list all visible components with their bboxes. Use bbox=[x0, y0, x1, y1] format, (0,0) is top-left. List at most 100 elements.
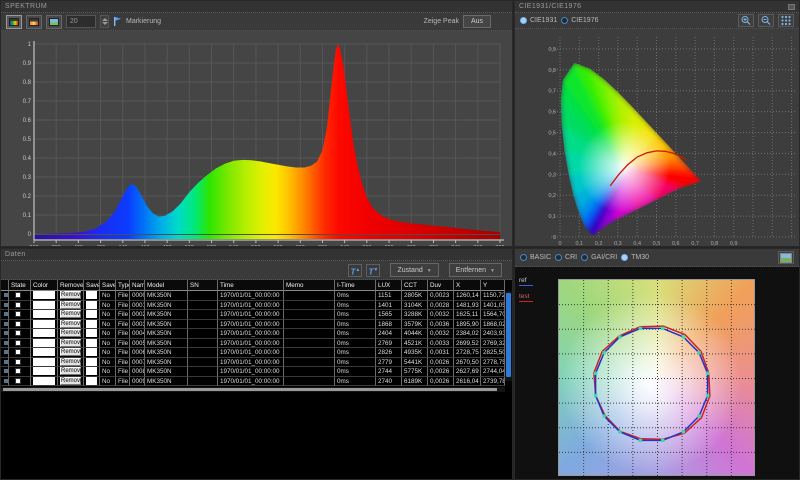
markierung-label[interactable]: Markierung bbox=[126, 18, 161, 25]
table-row[interactable]: RemoveNoFile0001_MK350N1970/01/01_00:00:… bbox=[1, 301, 512, 311]
markierung-flag-icon[interactable] bbox=[113, 16, 122, 27]
tab-basic[interactable]: BASIC bbox=[520, 254, 551, 261]
stepper-up-icon[interactable] bbox=[102, 18, 108, 21]
save-swatch[interactable] bbox=[86, 377, 97, 385]
row-marker-cell[interactable] bbox=[1, 291, 9, 301]
save-cell[interactable] bbox=[84, 329, 100, 339]
remove-button[interactable]: Remove bbox=[60, 377, 81, 385]
column-header-model[interactable]: Model bbox=[145, 280, 188, 291]
column-header-duv[interactable]: Duv bbox=[428, 280, 454, 291]
cie1931-radio[interactable]: CIE1931 bbox=[520, 17, 557, 24]
state-checkbox[interactable] bbox=[15, 340, 21, 346]
column-header-color[interactable]: Color bbox=[31, 280, 58, 291]
grid-view-button[interactable] bbox=[778, 14, 794, 27]
column-header-save[interactable]: Save bbox=[84, 280, 100, 291]
remove-button[interactable]: Remove bbox=[60, 367, 81, 375]
save-cell[interactable] bbox=[84, 301, 100, 311]
panel-menu-icon[interactable] bbox=[788, 4, 795, 10]
row-marker-cell[interactable] bbox=[1, 348, 9, 358]
column-header-time[interactable]: Time bbox=[218, 280, 284, 291]
vertical-scrollbar-thumb[interactable] bbox=[506, 293, 511, 377]
remove-button[interactable]: Remove bbox=[60, 291, 81, 299]
save-swatch[interactable] bbox=[86, 329, 97, 337]
save-cell[interactable] bbox=[84, 320, 100, 330]
row-marker-cell[interactable] bbox=[1, 367, 9, 377]
tab-gai-cri[interactable]: GAI/CRI bbox=[581, 254, 617, 261]
state-checkbox[interactable] bbox=[15, 311, 21, 317]
save-cell[interactable] bbox=[84, 358, 100, 368]
save-cell[interactable] bbox=[84, 367, 100, 377]
save-swatch[interactable] bbox=[86, 291, 97, 299]
save-swatch[interactable] bbox=[86, 310, 97, 318]
save-swatch[interactable] bbox=[86, 348, 97, 356]
save-cell[interactable] bbox=[84, 348, 100, 358]
row-marker-cell[interactable] bbox=[1, 329, 9, 339]
tm30-chart[interactable] bbox=[559, 280, 756, 477]
remove-button[interactable]: Remove bbox=[60, 320, 81, 328]
row-marker-cell[interactable] bbox=[1, 320, 9, 330]
column-header-name[interactable]: Name bbox=[130, 280, 145, 291]
save-swatch[interactable] bbox=[86, 320, 97, 328]
row-marker-cell[interactable] bbox=[1, 301, 9, 311]
spectrum-image-view-button[interactable] bbox=[46, 15, 62, 29]
table-row[interactable]: RemoveNoFile0002_MK350N1970/01/01_00:00:… bbox=[1, 310, 512, 320]
table-row[interactable]: RemoveNoFile0003_MK350N1970/01/01_00:00:… bbox=[1, 320, 512, 330]
export-image-button[interactable] bbox=[778, 251, 794, 264]
cie1976-radio[interactable]: CIE1976 bbox=[561, 17, 598, 24]
save-swatch[interactable] bbox=[86, 367, 97, 375]
remove-button[interactable]: Remove bbox=[60, 339, 81, 347]
column-header-state[interactable]: State bbox=[9, 280, 31, 291]
zustand-dropdown[interactable]: Zustand▼ bbox=[390, 263, 438, 277]
column-header-lux[interactable]: LUX bbox=[376, 280, 402, 291]
state-checkbox[interactable] bbox=[15, 321, 21, 327]
remove-button[interactable]: Remove bbox=[60, 358, 81, 366]
zeige-peak-toggle-button[interactable]: Aus bbox=[463, 15, 491, 28]
state-checkbox[interactable] bbox=[15, 302, 21, 308]
save-cell[interactable] bbox=[84, 310, 100, 320]
table-row[interactable]: RemoveNoFile0004_MK350N1970/01/01_00:00:… bbox=[1, 329, 512, 339]
row-marker-cell[interactable] bbox=[1, 377, 9, 387]
spectrum-single-view-button[interactable] bbox=[6, 15, 22, 29]
save-swatch[interactable] bbox=[86, 339, 97, 347]
column-header-y[interactable]: Y bbox=[481, 280, 505, 291]
row-marker-cell[interactable] bbox=[1, 339, 9, 349]
state-checkbox[interactable] bbox=[15, 368, 21, 374]
save-cell[interactable] bbox=[84, 339, 100, 349]
remove-button[interactable]: Remove bbox=[60, 329, 81, 337]
save-cell[interactable] bbox=[84, 291, 100, 301]
entfernen-dropdown[interactable]: Entfernen▼ bbox=[449, 263, 502, 277]
tab-tm30[interactable]: TM30 bbox=[621, 254, 649, 261]
remove-button[interactable]: Remove bbox=[60, 310, 81, 318]
state-checkbox[interactable] bbox=[15, 349, 21, 355]
vertical-scrollbar[interactable] bbox=[505, 291, 512, 381]
table-row[interactable]: RemoveNoFile0008_MK350N1970/01/01_00:00:… bbox=[1, 367, 512, 377]
column-header-sn[interactable]: SN bbox=[188, 280, 218, 291]
column-header-x[interactable]: X bbox=[454, 280, 481, 291]
column-header-memo[interactable]: Memo bbox=[284, 280, 335, 291]
remove-button[interactable]: Remove bbox=[60, 301, 81, 309]
zoom-in-button[interactable] bbox=[738, 14, 754, 27]
tab-cri[interactable]: CRI bbox=[555, 254, 577, 261]
state-checkbox[interactable] bbox=[15, 330, 21, 336]
column-header-type[interactable]: Type bbox=[116, 280, 130, 291]
save-cell[interactable] bbox=[84, 377, 100, 387]
table-row[interactable]: RemoveNoFile0007_MK350N1970/01/01_00:00:… bbox=[1, 358, 512, 368]
column-header-i-time[interactable]: I-Time bbox=[335, 280, 376, 291]
row-marker-cell[interactable] bbox=[1, 358, 9, 368]
column-header-cct[interactable]: CCT bbox=[402, 280, 428, 291]
font-increase-button[interactable]: T▲ bbox=[348, 264, 362, 277]
horizontal-scrollbar[interactable] bbox=[1, 387, 505, 392]
spectrum-overlay-view-button[interactable] bbox=[26, 15, 42, 29]
remove-button[interactable]: Remove bbox=[60, 348, 81, 356]
table-row[interactable]: RemoveNoFile0009_MK350N1970/01/01_00:00:… bbox=[1, 377, 512, 387]
column-header-saved[interactable]: Saved bbox=[100, 280, 116, 291]
row-marker-cell[interactable] bbox=[1, 310, 9, 320]
state-checkbox[interactable] bbox=[15, 378, 21, 384]
font-decrease-button[interactable]: T▼ bbox=[366, 264, 380, 277]
horizontal-scrollbar-thumb[interactable] bbox=[3, 388, 497, 391]
save-swatch[interactable] bbox=[86, 358, 97, 366]
state-checkbox[interactable] bbox=[15, 292, 21, 298]
save-swatch[interactable] bbox=[86, 301, 97, 309]
stepper-down-icon[interactable] bbox=[102, 22, 108, 25]
zoom-out-button[interactable] bbox=[758, 14, 774, 27]
